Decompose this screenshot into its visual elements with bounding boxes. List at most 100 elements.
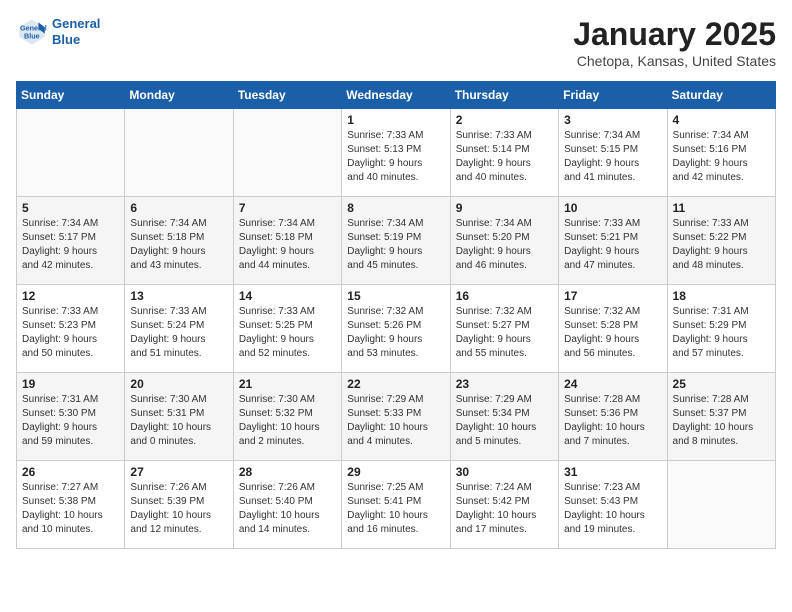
- day-number: 27: [130, 465, 227, 479]
- day-cell: 25 Sunrise: 7:28 AM Sunset: 5:37 PM Dayli…: [667, 373, 775, 461]
- day-cell: [667, 461, 775, 549]
- day-cell: 28Sunrise: 7:26 AM Sunset: 5:40 PM Dayli…: [233, 461, 341, 549]
- day-number: 5: [22, 201, 119, 215]
- day-number: 21: [239, 377, 336, 391]
- day-info: Sunrise: 7:24 AM Sunset: 5:42 PM Dayligh…: [456, 481, 553, 537]
- day-number: 1: [347, 113, 444, 127]
- day-info: Sunrise: 7:33 AM Sunset: 5:13 PM Dayligh…: [347, 129, 444, 185]
- week-row-1: 1 Sunrise: 7:33 AM Sunset: 5:13 PM Daylig…: [17, 109, 776, 197]
- day-cell: 26Sunrise: 7:27 AM Sunset: 5:38 PM Dayli…: [17, 461, 125, 549]
- day-info: Sunrise: 7:28 AM Sunset: 5:36 PM Dayligh…: [564, 393, 661, 449]
- day-info: Sunrise: 7:33 AM Sunset: 5:14 PM Dayligh…: [456, 129, 553, 185]
- day-number: 3: [564, 113, 661, 127]
- day-cell: [17, 109, 125, 197]
- day-cell: 15 Sunrise: 7:32 AM Sunset: 5:26 PM Dayli…: [342, 285, 450, 373]
- header-saturday: Saturday: [667, 82, 775, 109]
- day-number: 9: [456, 201, 553, 215]
- title-block: January 2025 Chetopa, Kansas, United Sta…: [573, 16, 776, 69]
- week-row-2: 5 Sunrise: 7:34 AM Sunset: 5:17 PM Daylig…: [17, 197, 776, 285]
- day-info: Sunrise: 7:23 AM Sunset: 5:43 PM Dayligh…: [564, 481, 661, 537]
- day-number: 31: [564, 465, 661, 479]
- day-info: Sunrise: 7:34 AM Sunset: 5:20 PM Dayligh…: [456, 217, 553, 273]
- day-number: 30: [456, 465, 553, 479]
- day-number: 23: [456, 377, 553, 391]
- day-number: 6: [130, 201, 227, 215]
- header-sunday: Sunday: [17, 82, 125, 109]
- day-number: 26: [22, 465, 119, 479]
- week-row-5: 26Sunrise: 7:27 AM Sunset: 5:38 PM Dayli…: [17, 461, 776, 549]
- header-monday: Monday: [125, 82, 233, 109]
- day-cell: [125, 109, 233, 197]
- day-cell: [233, 109, 341, 197]
- day-cell: 18 Sunrise: 7:31 AM Sunset: 5:29 PM Dayli…: [667, 285, 775, 373]
- day-number: 15: [347, 289, 444, 303]
- header-tuesday: Tuesday: [233, 82, 341, 109]
- day-cell: 1 Sunrise: 7:33 AM Sunset: 5:13 PM Daylig…: [342, 109, 450, 197]
- day-number: 20: [130, 377, 227, 391]
- day-info: Sunrise: 7:32 AM Sunset: 5:26 PM Dayligh…: [347, 305, 444, 361]
- day-info: Sunrise: 7:34 AM Sunset: 5:19 PM Dayligh…: [347, 217, 444, 273]
- day-info: Sunrise: 7:31 AM Sunset: 5:30 PM Dayligh…: [22, 393, 119, 449]
- day-cell: 3 Sunrise: 7:34 AM Sunset: 5:15 PM Daylig…: [559, 109, 667, 197]
- day-info: Sunrise: 7:28 AM Sunset: 5:37 PM Dayligh…: [673, 393, 770, 449]
- day-info: Sunrise: 7:32 AM Sunset: 5:27 PM Dayligh…: [456, 305, 553, 361]
- day-cell: 8Sunrise: 7:34 AM Sunset: 5:19 PM Daylig…: [342, 197, 450, 285]
- day-number: 7: [239, 201, 336, 215]
- day-number: 14: [239, 289, 336, 303]
- day-number: 19: [22, 377, 119, 391]
- day-info: Sunrise: 7:30 AM Sunset: 5:32 PM Dayligh…: [239, 393, 336, 449]
- day-number: 4: [673, 113, 770, 127]
- day-cell: 29Sunrise: 7:25 AM Sunset: 5:41 PM Dayli…: [342, 461, 450, 549]
- day-number: 10: [564, 201, 661, 215]
- day-cell: 24 Sunrise: 7:28 AM Sunset: 5:36 PM Dayli…: [559, 373, 667, 461]
- logo: General Blue General Blue: [16, 16, 100, 48]
- header-friday: Friday: [559, 82, 667, 109]
- day-number: 11: [673, 201, 770, 215]
- day-info: Sunrise: 7:33 AM Sunset: 5:21 PM Dayligh…: [564, 217, 661, 273]
- svg-text:Blue: Blue: [24, 31, 40, 40]
- day-info: Sunrise: 7:29 AM Sunset: 5:34 PM Dayligh…: [456, 393, 553, 449]
- day-info: Sunrise: 7:30 AM Sunset: 5:31 PM Dayligh…: [130, 393, 227, 449]
- day-info: Sunrise: 7:29 AM Sunset: 5:33 PM Dayligh…: [347, 393, 444, 449]
- day-number: 22: [347, 377, 444, 391]
- day-cell: 6 Sunrise: 7:34 AM Sunset: 5:18 PM Daylig…: [125, 197, 233, 285]
- day-info: Sunrise: 7:31 AM Sunset: 5:29 PM Dayligh…: [673, 305, 770, 361]
- day-cell: 9 Sunrise: 7:34 AM Sunset: 5:20 PM Daylig…: [450, 197, 558, 285]
- calendar-table: SundayMondayTuesdayWednesdayThursdayFrid…: [16, 81, 776, 549]
- day-cell: 30 Sunrise: 7:24 AM Sunset: 5:42 PM Dayli…: [450, 461, 558, 549]
- day-info: Sunrise: 7:34 AM Sunset: 5:17 PM Dayligh…: [22, 217, 119, 273]
- day-number: 13: [130, 289, 227, 303]
- header-thursday: Thursday: [450, 82, 558, 109]
- day-number: 29: [347, 465, 444, 479]
- day-cell: 19 Sunrise: 7:31 AM Sunset: 5:30 PM Dayli…: [17, 373, 125, 461]
- logo-icon: General Blue: [16, 16, 48, 48]
- day-cell: 14 Sunrise: 7:33 AM Sunset: 5:25 PM Dayli…: [233, 285, 341, 373]
- day-cell: 13 Sunrise: 7:33 AM Sunset: 5:24 PM Dayli…: [125, 285, 233, 373]
- day-cell: 17Sunrise: 7:32 AM Sunset: 5:28 PM Dayli…: [559, 285, 667, 373]
- day-cell: 31 Sunrise: 7:23 AM Sunset: 5:43 PM Dayli…: [559, 461, 667, 549]
- day-info: Sunrise: 7:34 AM Sunset: 5:15 PM Dayligh…: [564, 129, 661, 185]
- calendar-subtitle: Chetopa, Kansas, United States: [573, 53, 776, 69]
- day-info: Sunrise: 7:33 AM Sunset: 5:22 PM Dayligh…: [673, 217, 770, 273]
- week-row-4: 19 Sunrise: 7:31 AM Sunset: 5:30 PM Dayli…: [17, 373, 776, 461]
- day-cell: 11 Sunrise: 7:33 AM Sunset: 5:22 PM Dayli…: [667, 197, 775, 285]
- day-info: Sunrise: 7:33 AM Sunset: 5:25 PM Dayligh…: [239, 305, 336, 361]
- page-header: General Blue General Blue January 2025 C…: [16, 16, 776, 69]
- day-number: 16: [456, 289, 553, 303]
- day-cell: 16 Sunrise: 7:32 AM Sunset: 5:27 PM Dayli…: [450, 285, 558, 373]
- day-number: 24: [564, 377, 661, 391]
- day-cell: 20 Sunrise: 7:30 AM Sunset: 5:31 PM Dayli…: [125, 373, 233, 461]
- day-cell: 4 Sunrise: 7:34 AM Sunset: 5:16 PM Daylig…: [667, 109, 775, 197]
- day-cell: 5 Sunrise: 7:34 AM Sunset: 5:17 PM Daylig…: [17, 197, 125, 285]
- day-number: 12: [22, 289, 119, 303]
- day-info: Sunrise: 7:33 AM Sunset: 5:24 PM Dayligh…: [130, 305, 227, 361]
- day-cell: 23 Sunrise: 7:29 AM Sunset: 5:34 PM Dayli…: [450, 373, 558, 461]
- header-row: SundayMondayTuesdayWednesdayThursdayFrid…: [17, 82, 776, 109]
- day-info: Sunrise: 7:34 AM Sunset: 5:16 PM Dayligh…: [673, 129, 770, 185]
- day-number: 18: [673, 289, 770, 303]
- day-number: 25: [673, 377, 770, 391]
- day-info: Sunrise: 7:26 AM Sunset: 5:40 PM Dayligh…: [239, 481, 336, 537]
- day-info: Sunrise: 7:34 AM Sunset: 5:18 PM Dayligh…: [130, 217, 227, 273]
- day-cell: 2Sunrise: 7:33 AM Sunset: 5:14 PM Daylig…: [450, 109, 558, 197]
- header-wednesday: Wednesday: [342, 82, 450, 109]
